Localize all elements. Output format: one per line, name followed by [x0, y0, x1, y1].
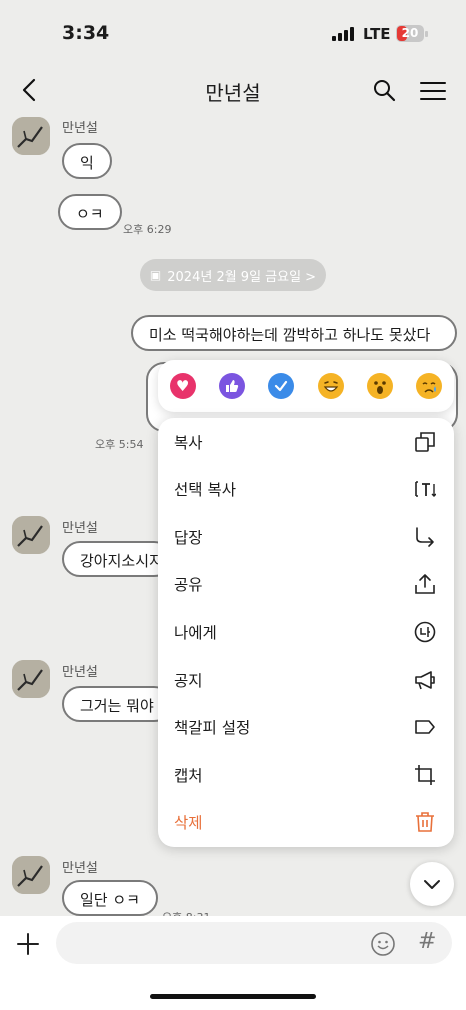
message-bubble[interactable]: 일단 ㅇㅋ: [62, 880, 158, 916]
share-icon: [415, 573, 435, 594]
hash-icon[interactable]: #: [418, 929, 436, 954]
menu-item-copy[interactable]: 복사: [158, 418, 454, 465]
my-message-bubble[interactable]: 미소 떡국해야하는데 깜박하고 하나도 못샀다: [131, 315, 457, 351]
calendar-icon: ▣: [149, 268, 162, 282]
sender-name: 만년설: [62, 521, 98, 536]
menu-item-label: 공유: [174, 575, 203, 594]
laugh-reaction-icon[interactable]: [317, 373, 344, 399]
battery-cap: [425, 31, 428, 37]
menu-item-label: 책갈피 설정: [174, 718, 251, 737]
surprised-reaction-icon[interactable]: [366, 373, 393, 399]
battery-level: 20: [401, 26, 419, 40]
battery-icon: 20: [396, 25, 424, 42]
menu-item-label: 공지: [174, 671, 203, 690]
back-icon[interactable]: [18, 78, 42, 102]
menu-item-label: 나에게: [174, 623, 217, 642]
sender-name: 만년설: [62, 861, 98, 876]
reaction-bar: ♥: [158, 360, 454, 412]
network-label: LTE: [363, 25, 391, 43]
plus-icon[interactable]: [16, 932, 40, 956]
menu-item-capture[interactable]: 캡처: [158, 751, 454, 798]
select-text-icon: [415, 480, 436, 497]
bookmark-icon: [415, 719, 435, 734]
emoji-icon[interactable]: [370, 931, 396, 957]
menu-item-select-copy[interactable]: 선택 복사: [158, 465, 454, 512]
search-icon[interactable]: [372, 78, 396, 102]
avatar[interactable]: [12, 856, 50, 894]
context-menu: 복사 선택 복사 답장 공유 나에게 공지 책갈피 설정 캡처 삭제: [158, 418, 454, 847]
menu-item-bookmark[interactable]: 책갈피 설정: [158, 703, 454, 750]
status-time: 3:34: [62, 22, 110, 44]
menu-item-label: 복사: [174, 433, 203, 452]
message-bubble[interactable]: 그거는 뭐야: [62, 686, 172, 722]
menu-item-label: 선택 복사: [174, 480, 236, 499]
signal-icon: [332, 27, 354, 41]
menu-item-share[interactable]: 공유: [158, 560, 454, 607]
check-reaction-icon[interactable]: [268, 373, 295, 399]
menu-item-reply[interactable]: 답장: [158, 513, 454, 560]
heart-reaction-icon[interactable]: ♥: [169, 373, 196, 399]
message-bubble[interactable]: ㅇㅋ: [58, 194, 122, 230]
to-me-icon: [414, 621, 436, 642]
message-time: 오후 6:29: [123, 223, 172, 236]
menu-item-label: 답장: [174, 528, 203, 547]
menu-item-delete[interactable]: 삭제: [158, 798, 454, 845]
menu-icon[interactable]: [420, 80, 446, 102]
sender-name: 만년설: [62, 121, 98, 136]
chevron-down-icon: [424, 880, 440, 889]
sender-name: 만년설: [62, 665, 98, 680]
scroll-down-button[interactable]: [410, 862, 454, 906]
menu-item-label: 삭제: [174, 813, 203, 832]
menu-item-notice[interactable]: 공지: [158, 656, 454, 703]
home-indicator: [150, 994, 316, 999]
avatar[interactable]: [12, 516, 50, 554]
avatar[interactable]: [12, 117, 50, 155]
avatar[interactable]: [12, 660, 50, 698]
sad-reaction-icon[interactable]: [416, 373, 443, 399]
message-bubble[interactable]: 강아지소시지: [62, 541, 172, 577]
menu-item-to-me[interactable]: 나에게: [158, 608, 454, 655]
copy-icon: [415, 431, 435, 452]
date-divider[interactable]: ▣ 2024년 2월 9일 금요일 >: [140, 259, 326, 291]
trash-icon: [416, 811, 434, 832]
chat-title: 만년설: [205, 81, 261, 105]
menu-item-label: 캡처: [174, 766, 203, 785]
reply-icon: [416, 526, 434, 547]
megaphone-icon: [415, 670, 435, 689]
date-divider-label: 2024년 2월 9일 금요일 >: [167, 269, 317, 285]
message-time: 오후 5:54: [95, 438, 144, 451]
crop-icon: [415, 764, 435, 785]
thumbs-up-reaction-icon[interactable]: [218, 373, 245, 399]
message-bubble[interactable]: 익: [62, 143, 112, 179]
